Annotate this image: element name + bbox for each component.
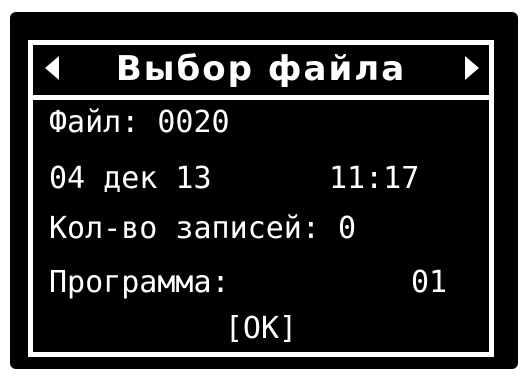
dialog-frame: Выбор файла Файл: 0020 04 дек 13 11:17 К… [28, 40, 494, 357]
ok-button[interactable]: [OK] [33, 311, 489, 347]
file-date: 04 дек 13 [49, 161, 212, 196]
program-label: Программа: [49, 265, 230, 300]
triangle-right-icon[interactable] [465, 56, 479, 80]
file-number: Файл: 0020 [49, 105, 230, 140]
device-bezel: Выбор файла Файл: 0020 04 дек 13 11:17 К… [0, 0, 528, 383]
file-time: 11:17 [329, 161, 420, 196]
dialog-header: Выбор файла [33, 45, 489, 100]
dialog-title: Выбор файла [115, 49, 407, 89]
program-value: 01 [411, 265, 448, 300]
triangle-left-icon[interactable] [45, 56, 59, 80]
record-count: Кол-во записей: 0 [49, 211, 357, 246]
